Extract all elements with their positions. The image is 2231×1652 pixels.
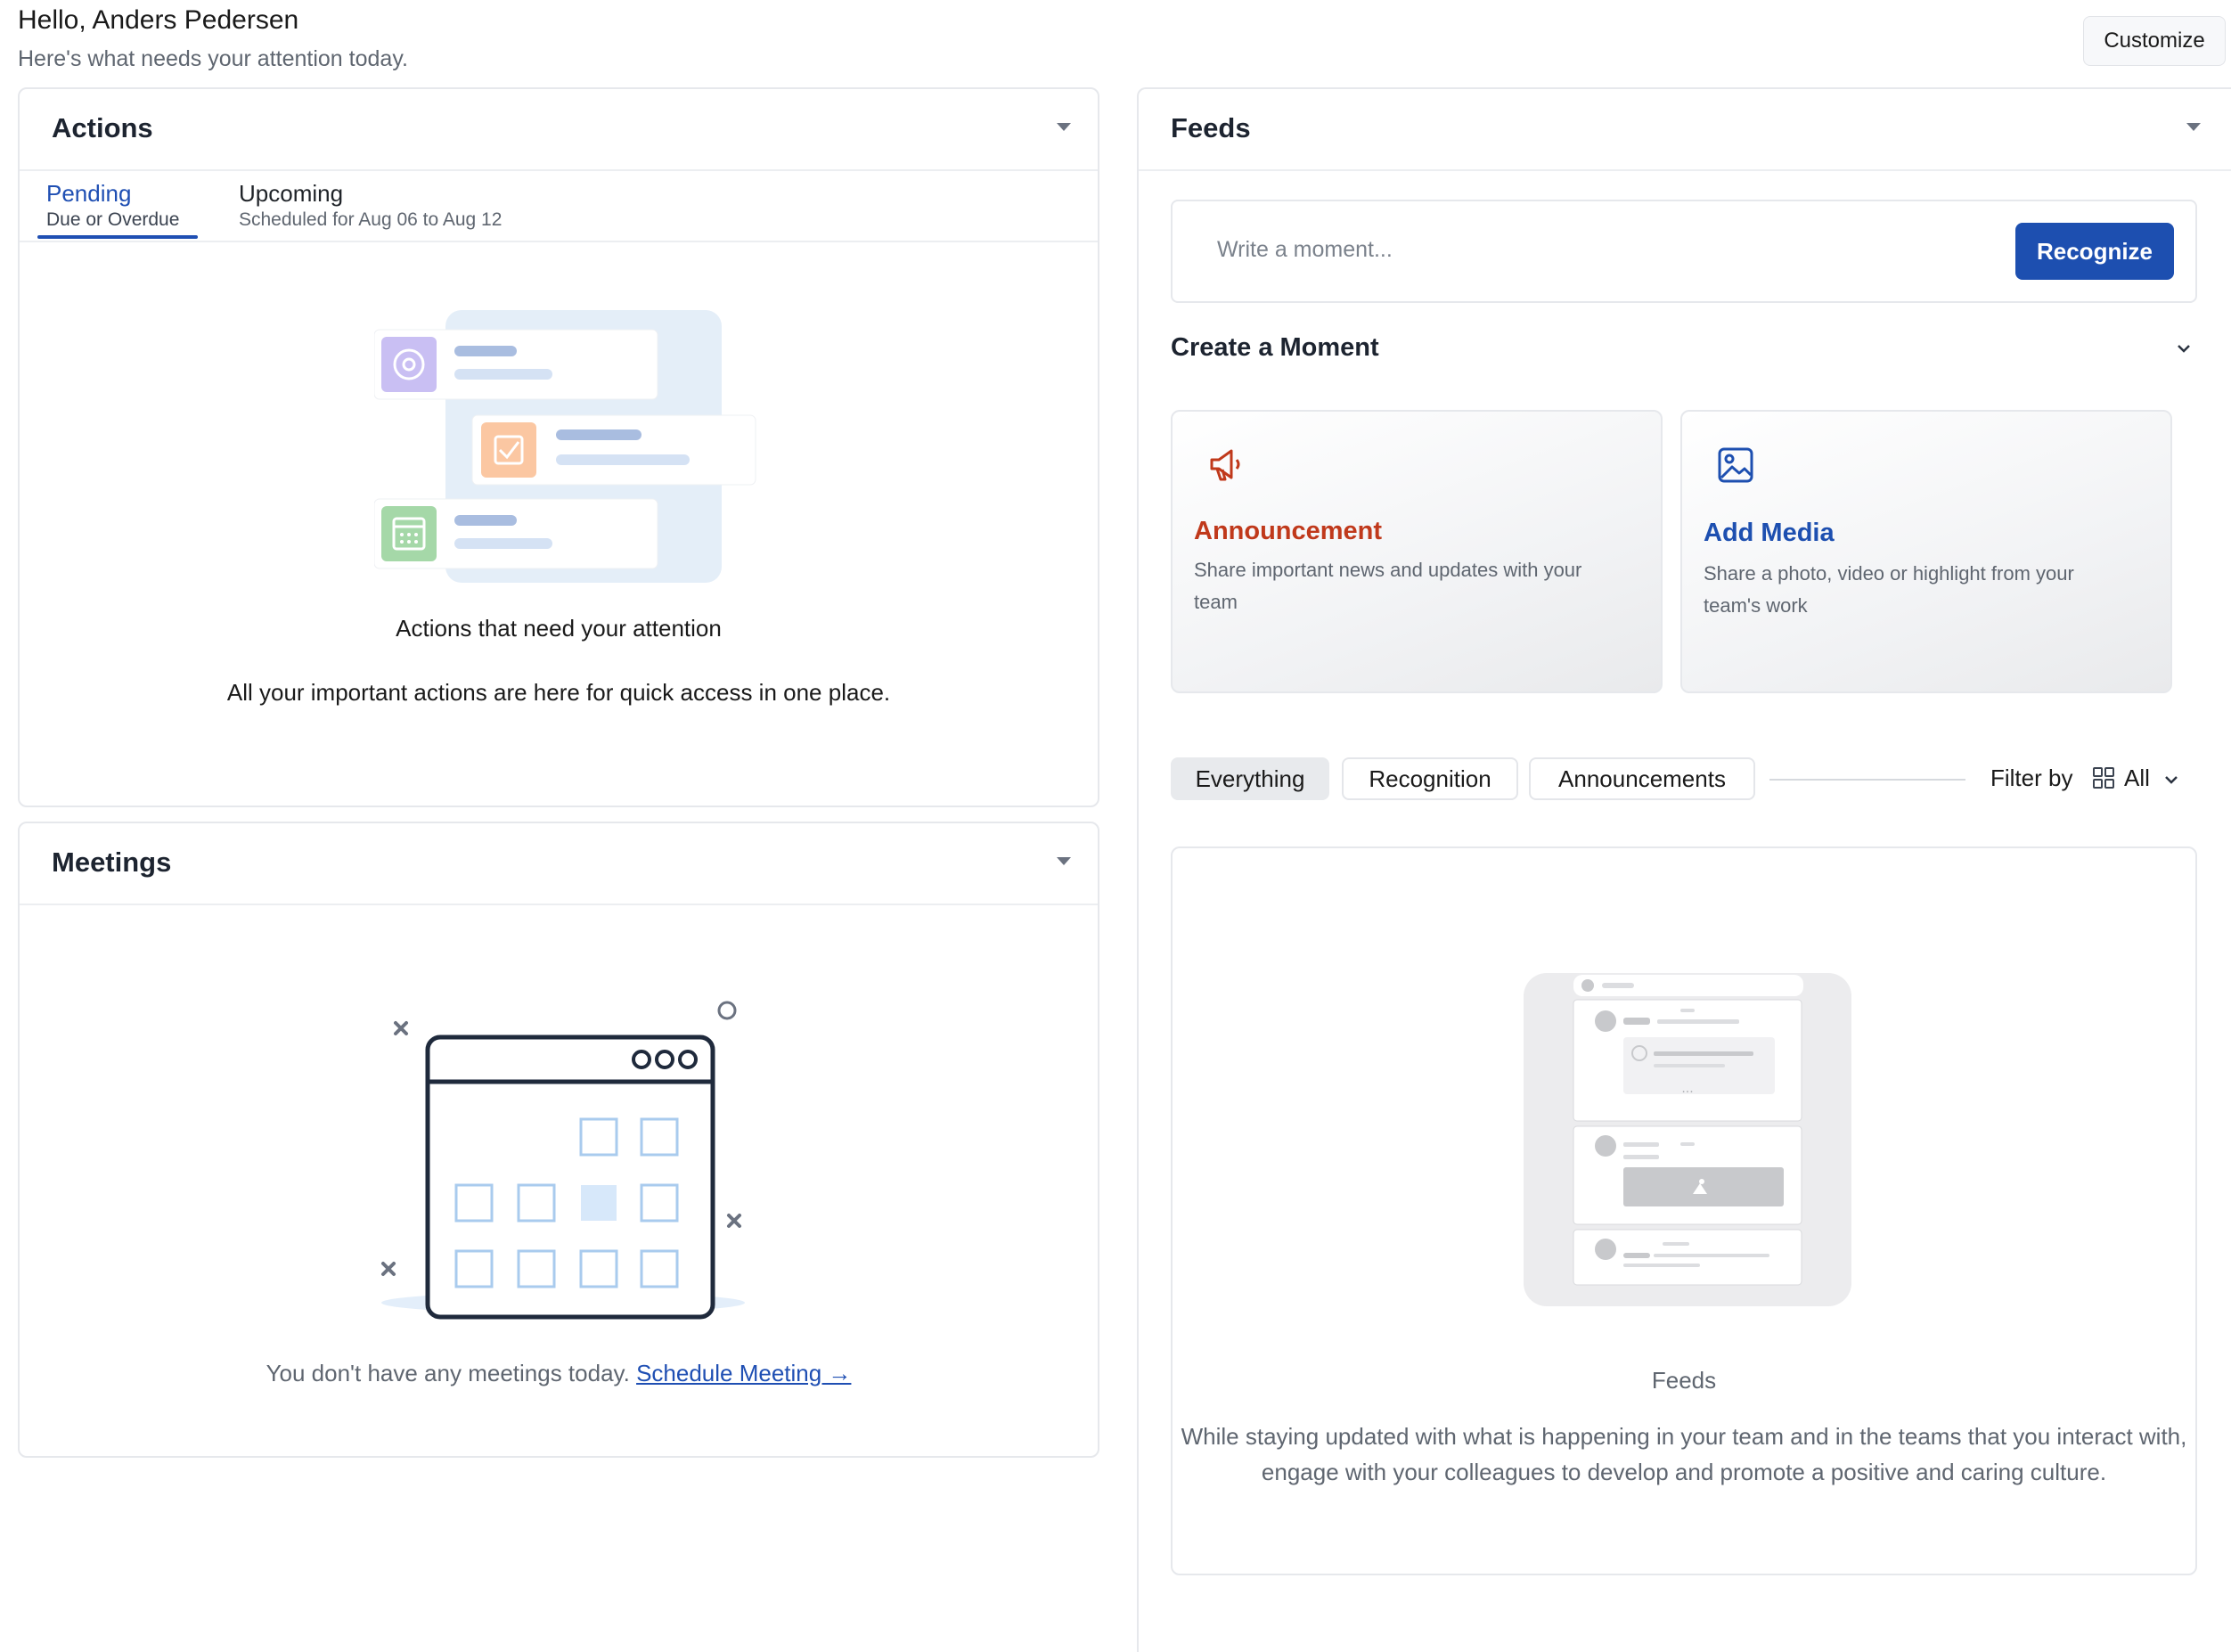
create-moment-chevron-down-icon[interactable] bbox=[2176, 340, 2192, 356]
meetings-empty-message: You don't have any meetings today. Sched… bbox=[20, 1360, 1098, 1387]
actions-card: Actions Pending Due or Overdue Upcoming … bbox=[18, 87, 1099, 807]
image-icon bbox=[1718, 447, 1753, 483]
grid-icon[interactable] bbox=[2092, 766, 2115, 789]
meetings-header: Meetings bbox=[20, 823, 1098, 905]
svg-text:...: ... bbox=[1681, 1082, 1693, 1096]
actions-empty-title: Actions that need your attention bbox=[396, 615, 722, 642]
actions-title: Actions bbox=[52, 112, 153, 143]
filter-everything[interactable]: Everything bbox=[1171, 757, 1329, 800]
actions-illustration bbox=[374, 310, 756, 583]
feeds-empty-text: While staying updated with what is happe… bbox=[1181, 1423, 2187, 1485]
feeds-header: Feeds bbox=[1139, 89, 2231, 171]
tab-upcoming-sub: Scheduled for Aug 06 to Aug 12 bbox=[239, 209, 503, 230]
feeds-empty-state: ... Feeds While staying updated with wha… bbox=[1171, 846, 2197, 1575]
greeting-subtitle: Here's what needs your attention today. bbox=[18, 46, 408, 71]
tab-upcoming-label: Upcoming bbox=[239, 180, 344, 207]
filter-divider bbox=[1769, 779, 1965, 781]
filter-by-label: Filter by bbox=[1990, 765, 2073, 791]
tab-pending[interactable]: Pending Due or Overdue bbox=[46, 180, 179, 231]
tab-pending-label: Pending bbox=[46, 180, 132, 207]
meetings-empty-text: You don't have any meetings today. bbox=[266, 1360, 630, 1386]
add-media-card[interactable]: Add Media Share a photo, video or highli… bbox=[1680, 410, 2172, 693]
announcement-desc: Share important news and updates with yo… bbox=[1194, 559, 1582, 613]
tab-pending-sub: Due or Overdue bbox=[46, 209, 180, 230]
meetings-card: Meetings You don't have any meetings tod… bbox=[18, 822, 1099, 1458]
feeds-illustration: ... bbox=[1524, 973, 1851, 1306]
feeds-collapse-caret-icon[interactable] bbox=[2186, 123, 2201, 131]
announcement-card[interactable]: Announcement Share important news and up… bbox=[1171, 410, 1663, 693]
recognize-button[interactable]: Recognize bbox=[2015, 223, 2174, 280]
customize-button[interactable]: Customize bbox=[2083, 16, 2226, 66]
announcement-title: Announcement bbox=[1194, 517, 1383, 545]
filter-value[interactable]: All bbox=[2124, 765, 2150, 792]
feeds-empty-title: Feeds bbox=[1651, 1367, 1717, 1394]
active-tab-indicator bbox=[37, 235, 198, 239]
create-moment-title: Create a Moment bbox=[1171, 333, 1379, 362]
add-media-title: Add Media bbox=[1704, 519, 1835, 547]
actions-empty-text: All your important actions are here for … bbox=[226, 679, 891, 706]
moment-input[interactable] bbox=[1217, 237, 1930, 263]
add-media-desc: Share a photo, video or highlight from y… bbox=[1704, 562, 2074, 617]
meetings-title: Meetings bbox=[52, 846, 172, 878]
filter-announcements[interactable]: Announcements bbox=[1529, 757, 1755, 800]
schedule-meeting-link[interactable]: Schedule Meeting → bbox=[636, 1360, 851, 1386]
calendar-illustration bbox=[381, 1001, 745, 1320]
feeds-card: Feeds Recognize Create a Moment Announce… bbox=[1137, 87, 2231, 1652]
meetings-collapse-caret-icon[interactable] bbox=[1057, 857, 1071, 865]
actions-tabs: Pending Due or Overdue Upcoming Schedule… bbox=[20, 171, 1098, 242]
feeds-title: Feeds bbox=[1171, 112, 1251, 143]
actions-collapse-caret-icon[interactable] bbox=[1057, 123, 1071, 131]
actions-header: Actions bbox=[20, 89, 1098, 171]
tab-upcoming[interactable]: Upcoming Scheduled for Aug 06 to Aug 12 bbox=[239, 180, 502, 231]
filter-chevron-down-icon[interactable] bbox=[2163, 772, 2179, 788]
filter-recognition[interactable]: Recognition bbox=[1342, 757, 1518, 800]
greeting: Hello, Anders Pedersen bbox=[18, 5, 299, 35]
megaphone-icon bbox=[1210, 449, 1240, 481]
write-moment-box: Recognize bbox=[1171, 200, 2197, 303]
